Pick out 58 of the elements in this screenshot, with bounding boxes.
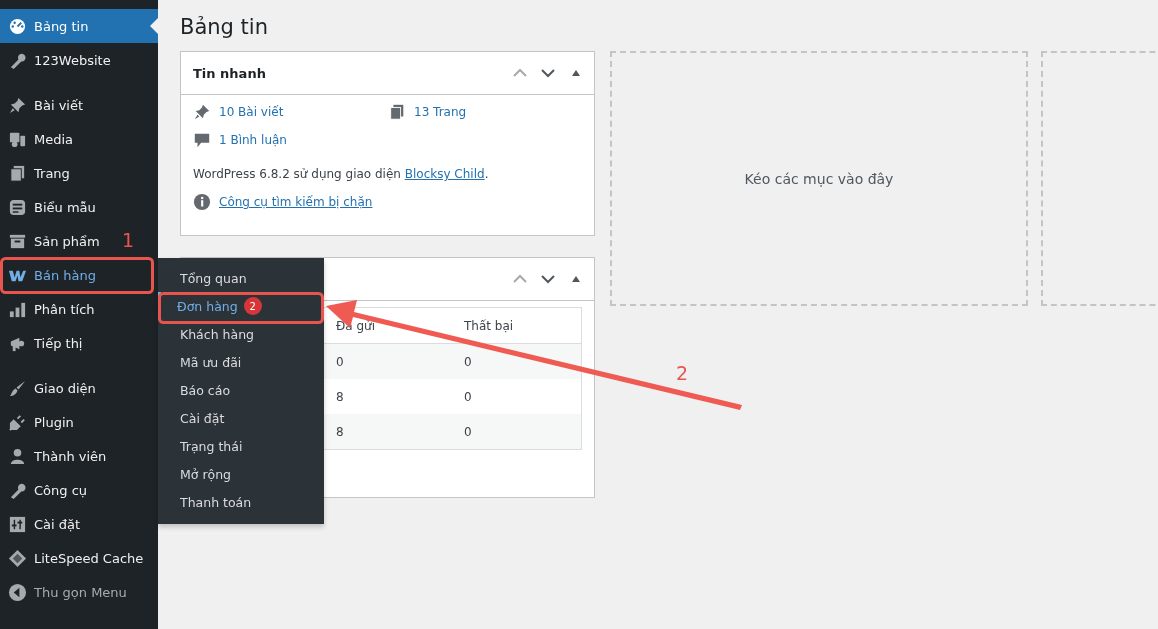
stat-link[interactable]: 1 Bình luận: [219, 133, 287, 148]
stat-link[interactable]: 13 Trang: [414, 105, 467, 120]
sliders-icon: [8, 514, 27, 534]
drop-zone: Kéo các mục vào đây: [610, 51, 1028, 307]
stat-link[interactable]: 10 Bài viết: [219, 105, 284, 120]
step-number: 1: [122, 229, 135, 251]
submenu-item[interactable]: Tổng quan: [158, 264, 324, 292]
pages-icon: [388, 103, 406, 122]
sidebar-item[interactable]: LiteSpeed Cache: [0, 541, 150, 575]
sidebar-item[interactable]: Media: [0, 122, 80, 156]
submenu-item[interactable]: Báo cáo: [158, 376, 324, 404]
submenu-item[interactable]: Cài đặt: [158, 404, 324, 432]
collapse-menu-button[interactable]: Thu gọn Menu: [0, 575, 133, 609]
submenu-item[interactable]: Thanh toán: [158, 488, 324, 516]
collapse-icon: [8, 582, 27, 602]
submenu-item[interactable]: Khách hàng: [158, 320, 324, 348]
sidebar-item[interactable]: 123Website: [0, 43, 117, 77]
pin-icon: [8, 95, 27, 115]
sidebar-item[interactable]: Tiếp thị: [0, 326, 89, 360]
pin-icon: [193, 103, 211, 122]
sidebar-item[interactable]: Biểu mẫu: [0, 190, 102, 224]
submenu-item[interactable]: Trạng thái: [158, 432, 324, 460]
form-icon: [8, 197, 27, 217]
diamond-icon: [8, 548, 27, 568]
sidebar-item[interactable]: Giao diện: [0, 371, 102, 405]
sidebar-item[interactable]: Bán hàng: [0, 258, 102, 292]
sidebar-item[interactable]: Plugin: [0, 405, 80, 439]
sidebar-item[interactable]: Thành viên: [0, 439, 113, 473]
sidebar-item[interactable]: Trang: [0, 156, 76, 190]
sidebar-item[interactable]: Phân tích: [0, 292, 101, 326]
triangle-up-icon: [571, 68, 581, 79]
gauge-icon: [8, 16, 27, 36]
step-number: 2: [676, 362, 689, 384]
table-cell: 8: [326, 379, 454, 415]
submenu-item[interactable]: Mở rộng: [158, 460, 324, 488]
count-badge: 2: [243, 297, 262, 315]
submenu-item[interactable]: Đơn hàng 2: [158, 292, 324, 320]
sidebar-item[interactable]: Sản phẩm: [0, 224, 106, 258]
info-icon: [193, 193, 211, 212]
widget-title: Tin nhanh: [193, 65, 266, 81]
pages-icon: [8, 163, 27, 183]
theme-link[interactable]: Blocksy Child: [404, 167, 485, 182]
table-cell: 0: [326, 343, 454, 380]
sidebar-item[interactable]: Cài đặt: [0, 507, 87, 541]
sidebar-item[interactable]: Bài viết: [0, 88, 90, 122]
submenu-item[interactable]: Mã ưu đãi: [158, 348, 324, 376]
person-icon: [8, 446, 27, 466]
table-cell: 0: [454, 414, 582, 450]
notice-link[interactable]: Công cụ tìm kiếm bị chặn: [219, 195, 373, 210]
brush-icon: [8, 378, 27, 398]
plug-icon: [8, 412, 27, 432]
sidebar-item[interactable]: Công cụ: [0, 473, 94, 507]
table-cell: 8: [326, 414, 454, 450]
table-cell: 0: [454, 379, 582, 415]
version-text: WordPress 6.8.2 sử dụng giao diện Blocksy Child.: [193, 167, 490, 182]
page-title: Bảng tin: [180, 14, 269, 41]
triangle-up-icon: [571, 274, 581, 285]
sidebar-item[interactable]: Bảng tin: [0, 9, 158, 43]
